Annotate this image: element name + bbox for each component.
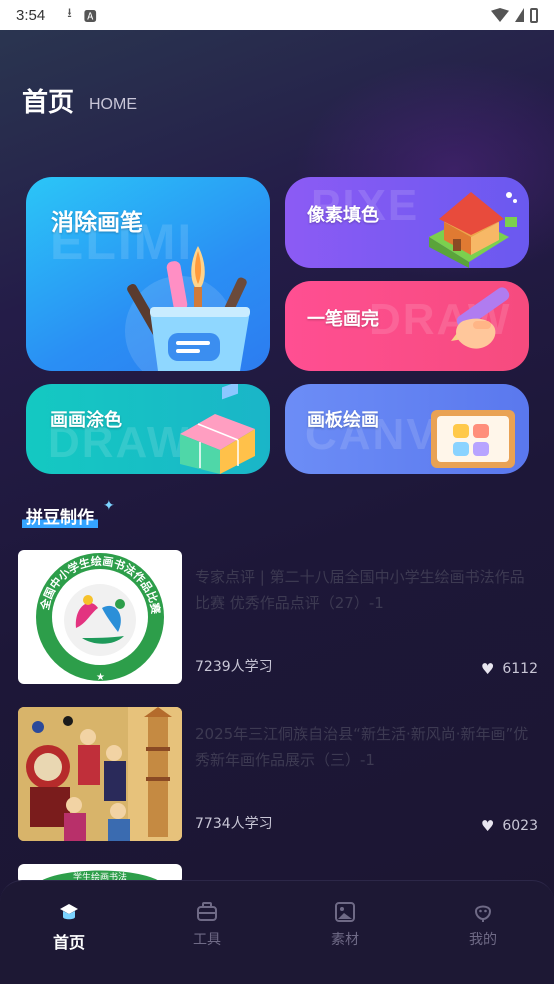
paint-pot-icon <box>125 246 250 371</box>
svg-text:★: ★ <box>134 668 143 679</box>
tool-label: 画画涂色 <box>50 410 122 431</box>
font-icon: 🅰 <box>83 8 97 24</box>
signal-icon <box>515 8 524 22</box>
heart-icon: ♥ <box>480 660 495 678</box>
status-bar: 3:54 ⭳ 🅰 <box>0 0 554 30</box>
svg-text:★: ★ <box>96 672 105 683</box>
tool-card-eraser-brush[interactable]: ELIMI 消除画笔 <box>26 177 270 371</box>
wifi-icon <box>491 8 509 22</box>
tool-label: 一笔画完 <box>307 309 379 330</box>
nav-label: 工具 <box>193 932 221 948</box>
color-cube-icon <box>180 384 255 474</box>
battery-icon <box>530 7 538 23</box>
image-icon <box>335 902 355 922</box>
toolbox-icon <box>197 902 217 921</box>
nav-home[interactable]: 首页 <box>24 901 114 953</box>
learner-count: 7239人学习 <box>195 659 273 675</box>
tool-label: 画板绘画 <box>307 410 379 431</box>
page-subtitle: HOME <box>89 96 137 113</box>
course-thumbnail: 全国中小学生绘画书法作品比赛 ★ ★ ★ <box>18 550 182 684</box>
canvas-board-icon <box>431 410 515 468</box>
like-value: 6112 <box>502 661 538 677</box>
course-title: 专家点评 | 第二十八届全国中小学生绘画书法作品比赛 优秀作品点评（27）-1 <box>195 568 525 612</box>
like-count[interactable]: ♥ 6112 <box>481 660 538 678</box>
learner-count: 7734人学习 <box>195 816 273 832</box>
tool-card-canvas-drawing[interactable]: CANV 画板绘画 <box>285 384 529 474</box>
nav-profile[interactable]: 我的 <box>438 901 528 949</box>
list-item[interactable]: 2025年三江侗族自治县“新生活·新风尚·新年画”优秀新年画作品展示（三）-1 … <box>18 707 538 841</box>
pixel-house-icon <box>429 192 517 268</box>
tool-label: 像素填色 <box>307 205 379 226</box>
nav-tools[interactable]: 工具 <box>162 901 252 949</box>
nav-label: 首页 <box>52 933 85 952</box>
download-icon: ⭳ <box>67 5 72 20</box>
nav-label: 素材 <box>331 932 359 948</box>
tool-card-draw-coloring[interactable]: DRAW 画画涂色 <box>26 384 270 474</box>
tool-card-one-stroke[interactable]: DRAW 一笔画完 <box>285 281 529 371</box>
heart-icon: ♥ <box>480 817 495 835</box>
page-title: 首页 <box>22 88 75 118</box>
section-title: 拼豆制作 <box>22 503 98 528</box>
svg-text:★: ★ <box>58 668 67 679</box>
profile-icon <box>474 905 492 922</box>
like-value: 6023 <box>502 818 538 834</box>
nav-materials[interactable]: 素材 <box>300 901 390 949</box>
tool-card-pixel-coloring[interactable]: PIXE 像素填色 <box>285 177 529 268</box>
course-title: 2025年三江侗族自治县“新生活·新风尚·新年画”优秀新年画作品展示（三）-1 <box>195 725 529 769</box>
status-time: 3:54 <box>16 6 46 24</box>
home-icon <box>60 904 78 920</box>
like-count[interactable]: ♥ 6023 <box>481 817 538 835</box>
sparkle-icon: ✦ <box>103 498 115 514</box>
nav-label: 我的 <box>469 932 497 948</box>
bottom-nav: 首页 工具 素材 我的 <box>0 880 554 984</box>
hand-pencil-icon <box>451 287 510 349</box>
list-item[interactable]: 全国中小学生绘画书法作品比赛 ★ ★ ★ 专家点评 | 第二十八届全国中小学生绘… <box>18 550 538 684</box>
course-thumbnail <box>18 707 182 841</box>
